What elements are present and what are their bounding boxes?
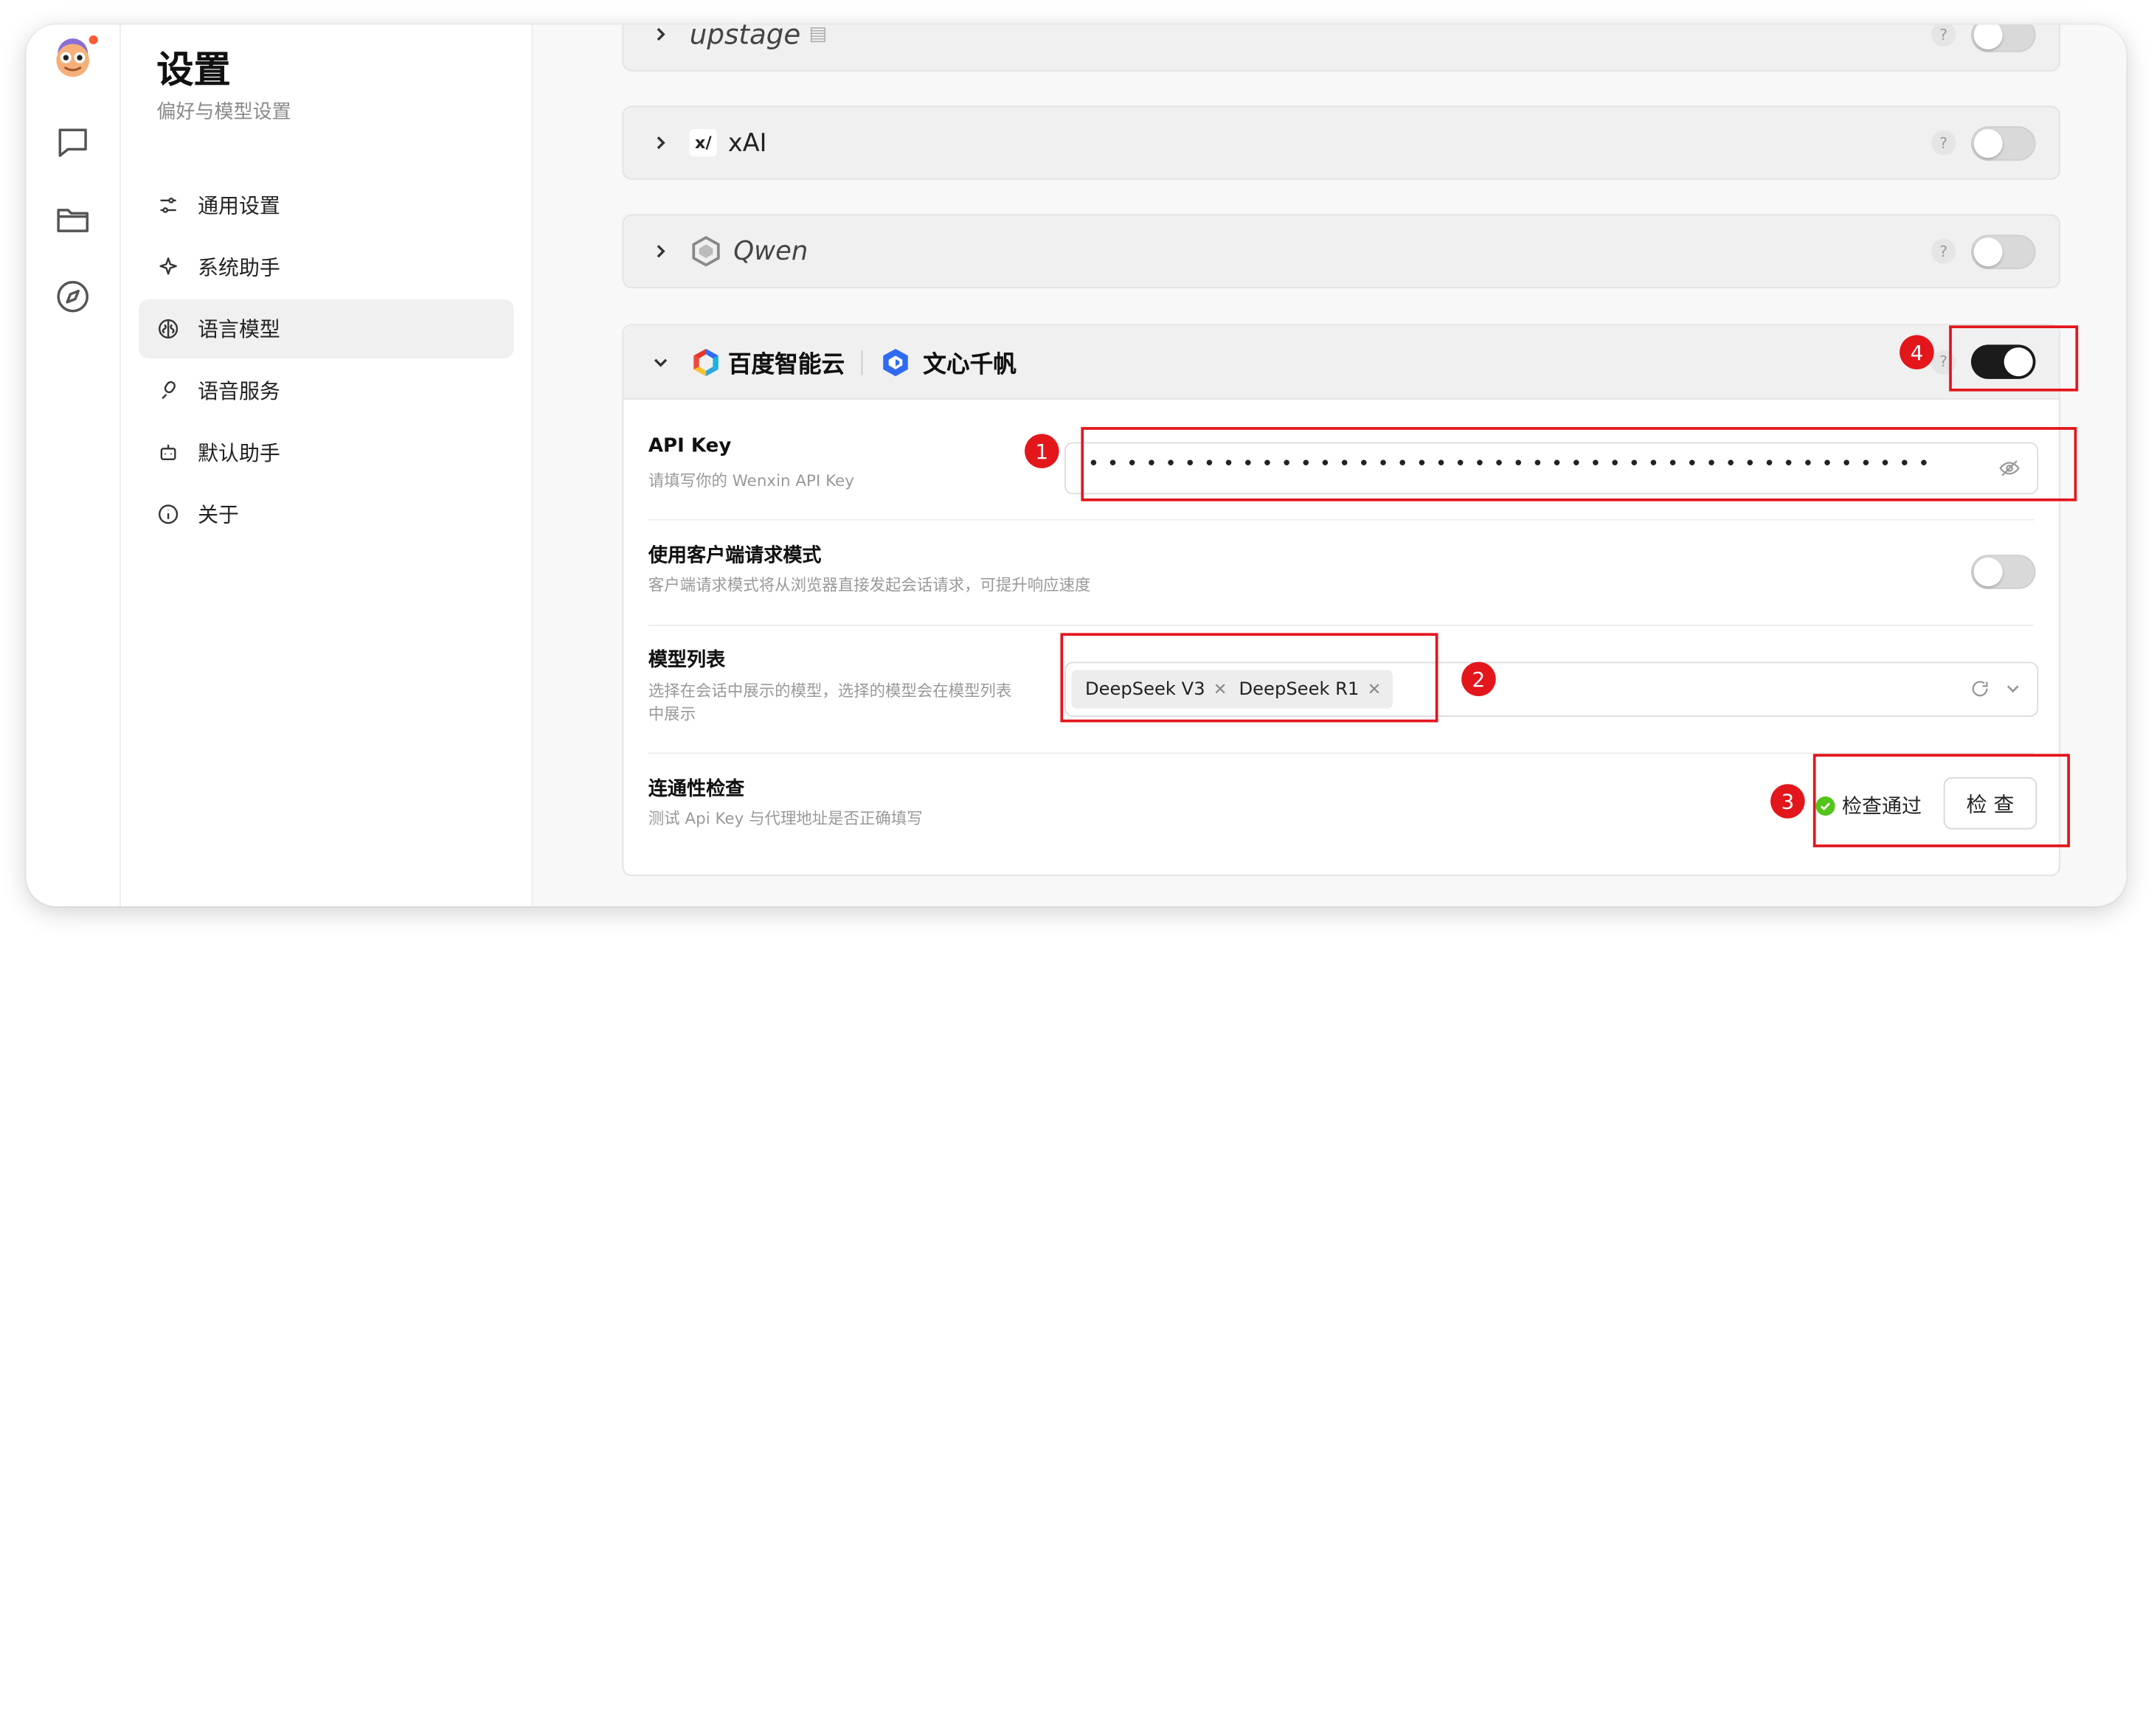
brand-wenxin: 文心千帆 [923,351,1017,379]
annotation-badge: 4 [1900,335,1934,369]
microphone-icon [162,381,176,400]
nav-item-label: 关于 [198,502,240,528]
main-panel: upstage ▤ ? x/ xAI ? Qwen ? 百度智能云 文心千帆 ?… [533,24,2127,906]
row-divider [648,518,2034,521]
chevron-right-icon[interactable] [651,133,671,153]
qwen-logo-icon [692,235,720,267]
upstage-logo-icon: ▤ [808,24,828,46]
provider-name-xai: xAI [727,128,767,158]
nav-item-language-model[interactable]: 语言模型 [139,299,514,358]
annotation-badge: 3 [1770,784,1805,819]
provider-toggle-qwen[interactable] [1970,234,2036,269]
wenxin-logo-icon [883,348,908,376]
highlight-box-api-key [1081,427,2077,501]
nav-item-about[interactable]: 关于 [139,485,513,544]
app-window: 设置 偏好与模型设置 通用设置 系统助手 语言模型 语音服务 默认助手 关于 u… [26,24,2127,906]
nav-item-label: 语音服务 [198,378,280,404]
annotation-badge: 1 [1025,434,1059,468]
provider-name-qwen: Qwen [733,236,808,267]
chevron-down-icon[interactable] [651,353,671,372]
sparkle-icon [159,257,177,275]
nav-item-label: 通用设置 [198,193,280,219]
chevron-down-icon[interactable] [2004,680,2022,698]
nav-item-label: 默认助手 [198,440,280,466]
provider-toggle-xai[interactable] [1970,125,2036,160]
settings-title: 设置 [156,49,231,92]
api-key-desc: 请填写你的 Wenxin API Key [648,471,854,490]
icon-rail [26,24,121,906]
settings-subtitle: 偏好与模型设置 [156,101,291,124]
nav-item-default-assistant[interactable]: 默认助手 [139,423,513,482]
connectivity-desc: 测试 Api Key 与代理地址是否正确填写 [648,808,923,828]
help-icon[interactable]: ? [1930,238,1956,264]
settings-sidebar: 设置 偏好与模型设置 通用设置 系统助手 语言模型 语音服务 默认助手 关于 [120,24,533,906]
sliders-icon [160,197,176,213]
provider-card-xai[interactable]: x/ xAI ? [622,105,2060,180]
provider-card-qwen[interactable]: Qwen ? [622,214,2060,289]
folder-icon[interactable] [54,201,92,239]
user-avatar[interactable] [46,32,100,84]
model-list-desc: 选择在会话中展示的模型，选择的模型会在模型列表中展示 [648,681,1012,724]
nav-item-general[interactable]: 通用设置 [139,176,513,235]
nav-item-label: 语言模型 [198,317,280,342]
brand-divider [861,349,863,375]
highlight-box-connectivity [1812,754,2071,847]
provider-toggle-upstage[interactable] [1970,24,2036,52]
highlight-box-toggle [1949,325,2079,392]
help-icon[interactable]: ? [1930,130,1956,156]
xai-logo-icon: x/ [689,129,717,157]
model-list-title: 模型列表 [648,649,726,672]
help-icon[interactable]: ? [1930,24,1956,47]
baidu-cloud-logo-icon [693,348,718,376]
client-mode-title: 使用客户端请求模式 [648,545,822,568]
nav-item-voice-service[interactable]: 语音服务 [139,361,513,420]
row-divider [648,625,2034,627]
refresh-icon[interactable] [1970,678,1990,699]
nav-item-system-assistant[interactable]: 系统助手 [139,237,513,296]
compass-icon[interactable] [54,277,92,316]
client-mode-desc: 客户端请求模式将从浏览器直接发起会话请求，可提升响应速度 [648,575,1091,595]
chat-icon[interactable] [54,124,92,162]
nav-item-label: 系统助手 [198,255,280,280]
info-icon [159,504,179,524]
brain-icon [159,319,179,339]
client-mode-toggle[interactable] [1970,555,2036,589]
annotation-badge: 2 [1461,662,1496,697]
api-key-title: API Key [648,435,732,458]
brand-baidu: 百度智能云 [727,351,845,379]
chevron-right-icon[interactable] [651,25,671,44]
highlight-box-model-list [1060,633,1438,723]
connectivity-title: 连通性检查 [648,778,745,801]
chevron-right-icon[interactable] [651,242,671,261]
provider-name-upstage: upstage [689,24,801,51]
robot-icon [160,444,176,460]
provider-card-upstage[interactable]: upstage ▤ ? [622,24,2060,72]
